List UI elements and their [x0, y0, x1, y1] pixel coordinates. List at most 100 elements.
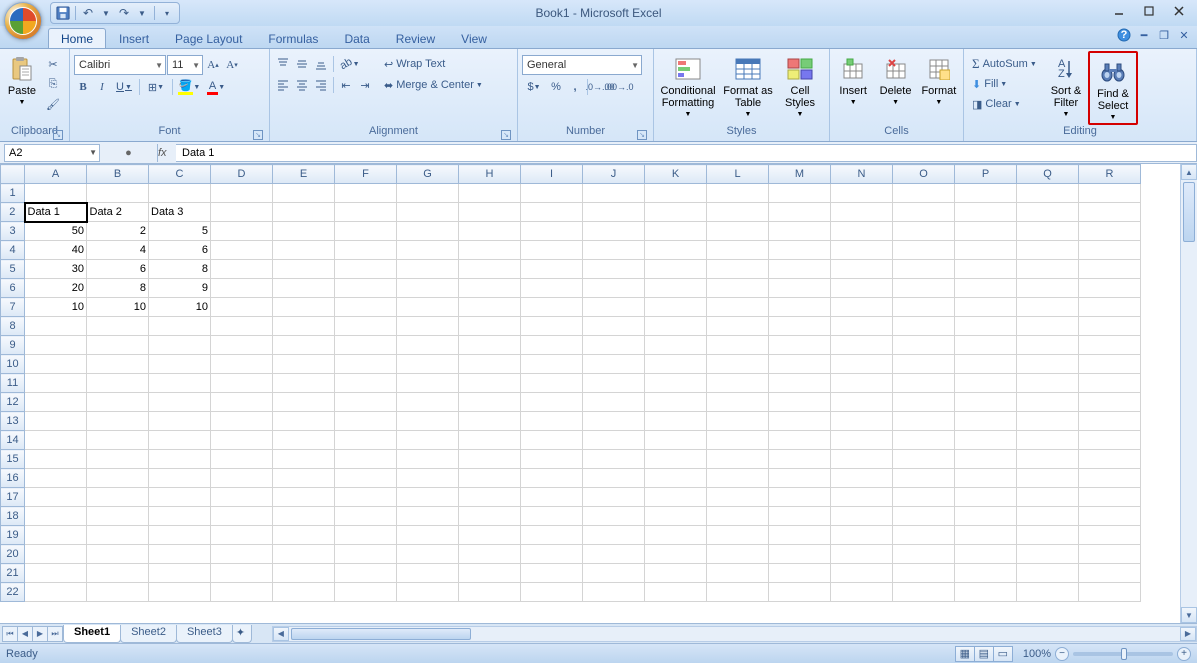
cell-M14[interactable]	[769, 431, 831, 450]
row-header-14[interactable]: 14	[1, 431, 25, 450]
cell-I8[interactable]	[521, 317, 583, 336]
prev-sheet-button[interactable]: ◀	[17, 626, 33, 642]
dialog-launcher-icon[interactable]: ↘	[53, 130, 63, 140]
cell-N15[interactable]	[831, 450, 893, 469]
cell-D9[interactable]	[211, 336, 273, 355]
cell-D21[interactable]	[211, 564, 273, 583]
cell-R4[interactable]	[1079, 241, 1141, 260]
cell-G20[interactable]	[397, 545, 459, 564]
cell-I5[interactable]	[521, 260, 583, 279]
cell-K3[interactable]	[645, 222, 707, 241]
cell-L11[interactable]	[707, 374, 769, 393]
cell-L19[interactable]	[707, 526, 769, 545]
spreadsheet-grid[interactable]: ABCDEFGHIJKLMNOPQR12Data 1Data 2Data 335…	[0, 164, 1141, 602]
zoom-in-button[interactable]: +	[1177, 647, 1191, 661]
cell-Q11[interactable]	[1017, 374, 1079, 393]
accounting-format-button[interactable]: $▼	[522, 78, 546, 96]
align-left-button[interactable]	[274, 76, 292, 94]
cell-O7[interactable]	[893, 298, 955, 317]
cell-K13[interactable]	[645, 412, 707, 431]
cell-O5[interactable]	[893, 260, 955, 279]
row-header-21[interactable]: 21	[1, 564, 25, 583]
row-header-17[interactable]: 17	[1, 488, 25, 507]
row-header-18[interactable]: 18	[1, 507, 25, 526]
cell-Q13[interactable]	[1017, 412, 1079, 431]
page-layout-view-button[interactable]: ▤	[974, 646, 994, 662]
scroll-down-icon[interactable]: ▼	[1181, 607, 1197, 623]
cell-F21[interactable]	[335, 564, 397, 583]
format-cells-button[interactable]: Format▼	[919, 51, 959, 107]
cell-O2[interactable]	[893, 203, 955, 222]
cell-K8[interactable]	[645, 317, 707, 336]
column-header-M[interactable]: M	[769, 165, 831, 184]
cell-N13[interactable]	[831, 412, 893, 431]
cell-P6[interactable]	[955, 279, 1017, 298]
cut-button[interactable]: ✂	[44, 55, 62, 73]
name-box[interactable]: A2▼	[4, 144, 100, 162]
cell-N12[interactable]	[831, 393, 893, 412]
column-header-E[interactable]: E	[273, 165, 335, 184]
cell-E9[interactable]	[273, 336, 335, 355]
cell-N7[interactable]	[831, 298, 893, 317]
cell-G7[interactable]	[397, 298, 459, 317]
cell-N2[interactable]	[831, 203, 893, 222]
row-header-22[interactable]: 22	[1, 583, 25, 602]
row-header-16[interactable]: 16	[1, 469, 25, 488]
cell-A20[interactable]	[25, 545, 87, 564]
cell-D3[interactable]	[211, 222, 273, 241]
cell-J10[interactable]	[583, 355, 645, 374]
cell-I4[interactable]	[521, 241, 583, 260]
cell-O12[interactable]	[893, 393, 955, 412]
fx-label[interactable]: fx	[158, 147, 176, 159]
formula-input[interactable]: Data 1	[176, 144, 1197, 162]
cell-I1[interactable]	[521, 184, 583, 203]
cell-R7[interactable]	[1079, 298, 1141, 317]
cell-H9[interactable]	[459, 336, 521, 355]
zoom-out-button[interactable]: −	[1055, 647, 1069, 661]
cell-Q16[interactable]	[1017, 469, 1079, 488]
cell-C12[interactable]	[149, 393, 211, 412]
cell-R13[interactable]	[1079, 412, 1141, 431]
fx-icon[interactable]: ●	[125, 147, 132, 159]
cell-E8[interactable]	[273, 317, 335, 336]
horizontal-scrollbar[interactable]: ◀ ▶	[272, 626, 1197, 642]
row-header-2[interactable]: 2	[1, 203, 25, 222]
cell-Q8[interactable]	[1017, 317, 1079, 336]
row-header-19[interactable]: 19	[1, 526, 25, 545]
cell-E18[interactable]	[273, 507, 335, 526]
row-header-3[interactable]: 3	[1, 222, 25, 241]
cell-N21[interactable]	[831, 564, 893, 583]
cell-Q7[interactable]	[1017, 298, 1079, 317]
align-middle-button[interactable]	[293, 55, 311, 73]
cell-J11[interactable]	[583, 374, 645, 393]
cell-D1[interactable]	[211, 184, 273, 203]
cell-G17[interactable]	[397, 488, 459, 507]
scroll-right-icon[interactable]: ▶	[1180, 627, 1196, 641]
cell-N11[interactable]	[831, 374, 893, 393]
cell-C6[interactable]: 9	[149, 279, 211, 298]
cell-L7[interactable]	[707, 298, 769, 317]
cell-I9[interactable]	[521, 336, 583, 355]
cell-F13[interactable]	[335, 412, 397, 431]
cell-M4[interactable]	[769, 241, 831, 260]
cell-C4[interactable]: 6	[149, 241, 211, 260]
cell-B7[interactable]: 10	[87, 298, 149, 317]
cell-M9[interactable]	[769, 336, 831, 355]
cell-M11[interactable]	[769, 374, 831, 393]
grow-font-button[interactable]: A▴	[204, 56, 222, 74]
cell-N1[interactable]	[831, 184, 893, 203]
mdi-restore-icon[interactable]: ❐	[1157, 28, 1171, 42]
cell-B13[interactable]	[87, 412, 149, 431]
cell-D2[interactable]	[211, 203, 273, 222]
cell-F2[interactable]	[335, 203, 397, 222]
cell-K5[interactable]	[645, 260, 707, 279]
cell-Q17[interactable]	[1017, 488, 1079, 507]
cell-N18[interactable]	[831, 507, 893, 526]
increase-indent-button[interactable]: ⇥	[356, 76, 374, 94]
cell-F17[interactable]	[335, 488, 397, 507]
cell-J20[interactable]	[583, 545, 645, 564]
cell-B16[interactable]	[87, 469, 149, 488]
cell-D4[interactable]	[211, 241, 273, 260]
cell-B18[interactable]	[87, 507, 149, 526]
cell-R15[interactable]	[1079, 450, 1141, 469]
